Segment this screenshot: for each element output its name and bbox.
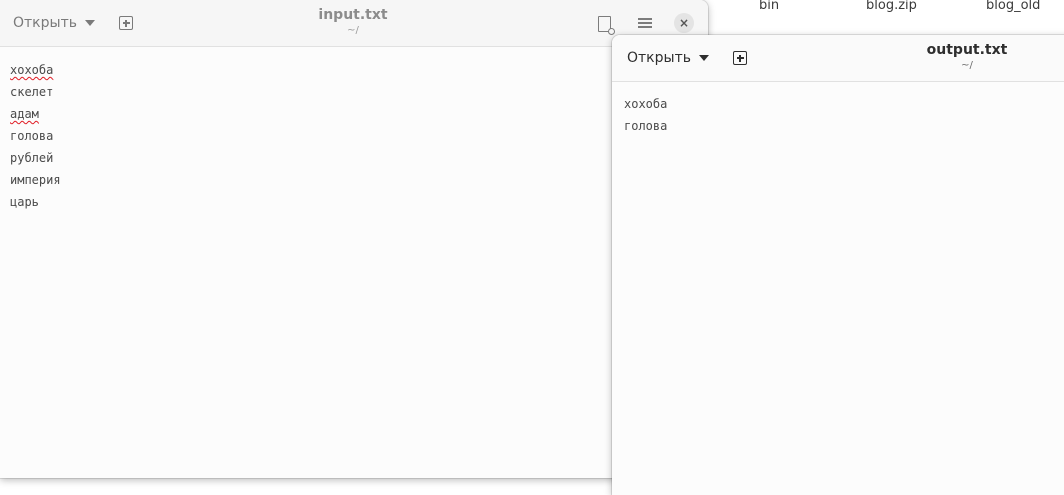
menu-button[interactable] <box>632 10 658 36</box>
search-document-button[interactable] <box>591 11 617 37</box>
new-document-icon <box>119 16 133 30</box>
open-button[interactable]: Открыть <box>627 45 709 71</box>
output-editor-window: Открыть output.txt ~/ хохоба голова <box>612 35 1064 495</box>
title-path: ~/ <box>961 60 973 71</box>
text-line: рублей <box>10 151 54 165</box>
title-filename: input.txt <box>318 7 388 23</box>
title-path: ~/ <box>347 25 359 36</box>
window-title: input.txt ~/ <box>253 7 453 37</box>
desktop-file-blog-old[interactable]: blog_old <box>986 0 1040 13</box>
open-button-label: Открыть <box>13 15 77 31</box>
close-button[interactable]: × <box>671 10 697 36</box>
text-line: империя <box>10 173 61 187</box>
title-filename: output.txt <box>926 42 1008 58</box>
open-button-label: Открыть <box>627 50 691 66</box>
text-line: царь <box>10 195 39 209</box>
document-search-icon <box>597 16 615 35</box>
window-title: output.txt ~/ <box>867 42 1064 72</box>
close-icon: × <box>674 13 694 33</box>
text-line: адам <box>10 107 39 121</box>
text-line: голова <box>624 119 668 133</box>
header-bar: Открыть output.txt ~/ <box>612 35 1064 82</box>
new-document-icon <box>733 51 747 65</box>
open-button[interactable]: Открыть <box>13 10 95 36</box>
new-tab-button[interactable] <box>113 10 139 36</box>
desktop-file-blog-zip[interactable]: blog.zip <box>866 0 917 13</box>
text-editor-area[interactable]: хохоба скелет адам голова рублей империя… <box>0 47 708 478</box>
new-tab-button[interactable] <box>727 45 753 71</box>
chevron-down-icon <box>698 55 709 61</box>
header-bar: Открыть input.txt ~/ × <box>0 0 708 47</box>
text-line: скелет <box>10 85 54 99</box>
hamburger-icon <box>638 17 652 29</box>
text-editor-area[interactable]: хохоба голова <box>612 82 1064 495</box>
text-line: хохоба <box>624 97 668 111</box>
desktop-file-bin[interactable]: bin <box>759 0 779 13</box>
text-line: хохоба <box>10 63 54 77</box>
text-line: голова <box>10 129 54 143</box>
chevron-down-icon <box>84 20 95 26</box>
input-editor-window: Открыть input.txt ~/ × хохоба скелет ада… <box>0 0 708 478</box>
